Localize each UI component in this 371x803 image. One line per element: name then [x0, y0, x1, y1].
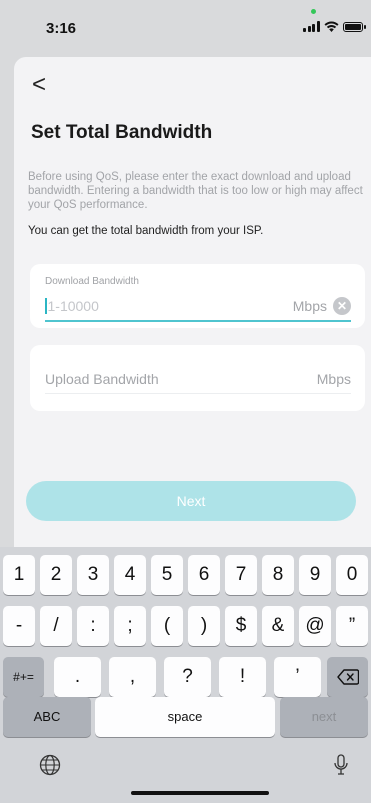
upload-unit: Mbps	[316, 371, 351, 387]
status-bar: 3:16	[0, 0, 371, 54]
download-unit: Mbps	[292, 298, 327, 314]
punctuation-key-0[interactable]: .	[54, 657, 101, 697]
cellular-signal-icon	[303, 21, 320, 32]
keyboard: 1234567890 - /:;() $ & @” #+= .,?!’ ABC spac…	[0, 547, 371, 803]
symbol-key-2[interactable]: :	[77, 606, 109, 646]
upload-bandwidth-input[interactable]: Upload Bandwidth Mbps	[45, 365, 351, 394]
key-4[interactable]: 5	[151, 555, 183, 595]
punctuation-key-1[interactable]: ,	[109, 657, 156, 697]
key-6[interactable]: 7	[225, 555, 257, 595]
key-9[interactable]: 0	[336, 555, 368, 595]
delete-key[interactable]	[327, 657, 368, 697]
key-3[interactable]: 4	[114, 555, 146, 595]
symbol-key-5[interactable]: )	[188, 606, 220, 646]
page-title: Set Total Bandwidth	[31, 122, 213, 143]
keyboard-row-punctuation: #+= .,?!’	[0, 657, 371, 697]
key-0[interactable]: 1	[3, 555, 35, 595]
status-time: 3:16	[46, 20, 77, 37]
key-5[interactable]: 6	[188, 555, 220, 595]
punctuation-key-4[interactable]: ’	[274, 657, 321, 697]
next-button[interactable]: Next	[26, 481, 356, 521]
description-text: Before using QoS, please enter the exact…	[28, 171, 363, 211]
keyboard-row-symbols: - /:;() $ & @”	[0, 606, 371, 646]
privacy-indicator-dot	[311, 9, 316, 14]
symbol-key-8[interactable]: @	[299, 606, 331, 646]
battery-icon	[342, 22, 366, 32]
symbol-key-9[interactable]: ”	[336, 606, 368, 646]
symbol-key-7[interactable]: &	[262, 606, 294, 646]
clear-icon[interactable]: ✕	[333, 297, 351, 315]
download-input-row: Mbps ✕	[45, 292, 351, 322]
symbol-key-3[interactable]: ;	[114, 606, 146, 646]
status-icons	[303, 20, 366, 32]
keyboard-row-bottom: ABC space next	[0, 697, 371, 737]
keyboard-row-numbers: 1234567890	[0, 555, 371, 595]
symbol-key-1[interactable]: /	[40, 606, 72, 646]
key-7[interactable]: 8	[262, 555, 294, 595]
symbol-key-4[interactable]: (	[151, 606, 183, 646]
symbol-key-6[interactable]: $	[225, 606, 257, 646]
upload-bandwidth-card[interactable]: Upload Bandwidth Mbps	[30, 345, 365, 411]
next-key[interactable]: next	[280, 697, 368, 737]
home-indicator	[131, 791, 269, 795]
symbol-key-0[interactable]: -	[3, 606, 35, 646]
wifi-icon	[324, 21, 338, 32]
download-bandwidth-card: Download Bandwidth Mbps ✕	[30, 264, 365, 328]
key-8[interactable]: 9	[299, 555, 331, 595]
globe-icon[interactable]	[39, 754, 61, 776]
abc-key[interactable]: ABC	[3, 697, 91, 737]
download-bandwidth-label: Download Bandwidth	[45, 276, 139, 287]
download-bandwidth-input[interactable]	[47, 298, 293, 314]
key-1[interactable]: 2	[40, 555, 72, 595]
upload-bandwidth-placeholder: Upload Bandwidth	[45, 371, 159, 387]
key-2[interactable]: 3	[77, 555, 109, 595]
space-key[interactable]: space	[95, 697, 275, 737]
punctuation-key-3[interactable]: !	[219, 657, 266, 697]
symbols-toggle-key[interactable]: #+=	[3, 657, 44, 697]
punctuation-key-2[interactable]: ?	[164, 657, 211, 697]
backspace-icon	[336, 669, 359, 685]
bandwidth-sheet: < Set Total Bandwidth Before using QoS, …	[14, 57, 371, 547]
text-caret	[45, 298, 47, 314]
isp-note: You can get the total bandwidth from you…	[28, 225, 264, 237]
microphone-icon[interactable]	[334, 754, 348, 776]
back-chevron-icon[interactable]: <	[32, 73, 46, 97]
